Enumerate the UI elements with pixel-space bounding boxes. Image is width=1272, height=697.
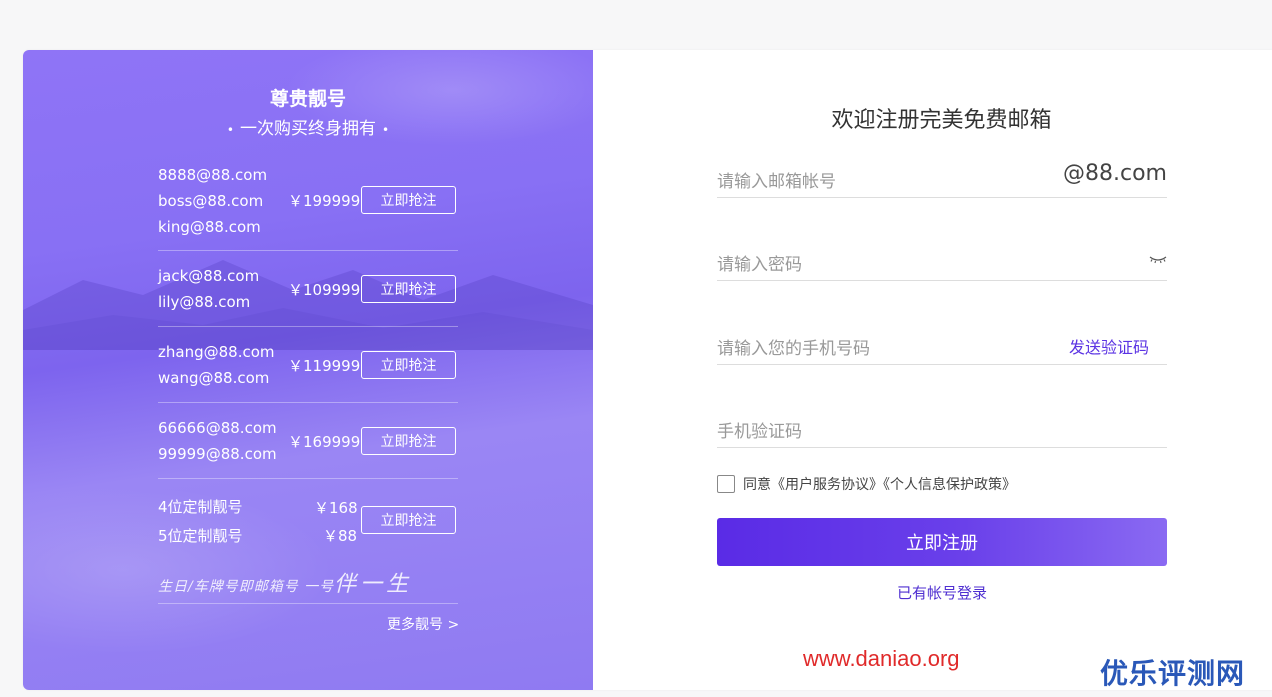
watermark-url: www.daniao.org — [803, 646, 960, 671]
register-card: 尊贵靓号 • 一次购买终身拥有 • 8888@88.com boss@88.com … — [23, 50, 1272, 690]
premium-name: lily@88.com — [158, 293, 251, 311]
slogan-text: 生日/车牌号即邮箱号 一号 — [158, 579, 335, 595]
more-premium-link[interactable]: 更多靓号 > — [387, 614, 459, 634]
buy-now-button[interactable]: 立即抢注 — [361, 427, 456, 455]
watermark-brand: 优乐评测网 — [1100, 657, 1246, 690]
divider — [158, 326, 458, 327]
eye-closed-icon[interactable] — [1149, 252, 1167, 266]
send-code-button[interactable]: 发送验证码 — [1069, 334, 1149, 358]
email-field[interactable]: 请输入邮箱帐号 @88.com — [717, 157, 1167, 198]
premium-promo-panel: 尊贵靓号 • 一次购买终身拥有 • 8888@88.com boss@88.com … — [23, 50, 593, 690]
agreement-text[interactable]: 同意《用户服务协议》《个人信息保护政策》 — [743, 477, 1016, 493]
promo-title: 尊贵靓号 — [269, 88, 346, 110]
phone-placeholder: 请输入您的手机号码 — [717, 339, 870, 359]
premium-name-list: 4位定制靓号 5位定制靓号 — [158, 493, 243, 551]
password-placeholder: 请输入密码 — [717, 255, 802, 275]
premium-group-custom: 4位定制靓号 5位定制靓号 ￥168 ￥88 立即抢注 — [158, 493, 458, 553]
divider — [158, 402, 458, 403]
premium-name: jack@88.com — [158, 267, 260, 285]
promo-subtitle: • 一次购买终身拥有 • — [23, 114, 593, 139]
bullet-dot: • — [382, 123, 390, 137]
phone-field[interactable]: 请输入您的手机号码 发送验证码 — [717, 324, 1167, 365]
premium-name: 66666@88.com — [158, 419, 277, 437]
agreement-row: 同意《用户服务协议》《个人信息保护政策》 — [717, 474, 1016, 494]
premium-group: 8888@88.com boss@88.com king@88.com ￥199… — [158, 162, 458, 242]
premium-name-list: 66666@88.com 99999@88.com — [158, 415, 277, 467]
premium-name: king@88.com — [158, 218, 261, 236]
login-link[interactable]: 已有帐号登录 — [717, 582, 1167, 603]
premium-price: ￥168 — [314, 499, 358, 517]
premium-price: ￥119999 — [288, 357, 361, 375]
buy-now-button[interactable]: 立即抢注 — [361, 186, 456, 214]
premium-name-list: 8888@88.com boss@88.com king@88.com — [158, 162, 267, 240]
slogan-highlight: 伴一生 — [334, 572, 413, 597]
premium-price: ￥169999 — [288, 433, 361, 451]
sms-code-placeholder: 手机验证码 — [717, 422, 802, 442]
password-field[interactable]: 请输入密码 — [717, 240, 1167, 281]
bullet-dot: • — [226, 123, 234, 137]
premium-price: ￥88 — [323, 527, 358, 545]
premium-name: 4位定制靓号 — [158, 498, 243, 516]
divider — [158, 603, 458, 604]
email-placeholder: 请输入邮箱帐号 — [717, 172, 836, 192]
email-domain-suffix: @88.com — [1063, 161, 1167, 186]
divider — [158, 478, 458, 479]
premium-group: 66666@88.com 99999@88.com ￥169999 立即抢注 — [158, 415, 458, 471]
buy-now-button[interactable]: 立即抢注 — [361, 506, 456, 534]
premium-name: wang@88.com — [158, 369, 270, 387]
premium-name: 99999@88.com — [158, 445, 277, 463]
buy-now-button[interactable]: 立即抢注 — [361, 275, 456, 303]
register-button[interactable]: 立即注册 — [717, 518, 1167, 566]
premium-name-list: zhang@88.com wang@88.com — [158, 339, 275, 391]
premium-name: 8888@88.com — [158, 166, 268, 184]
premium-name: zhang@88.com — [158, 343, 275, 361]
promo-slogan: 生日/车牌号即邮箱号 一号伴一生 — [158, 566, 412, 598]
premium-group: zhang@88.com wang@88.com ￥119999 立即抢注 — [158, 339, 458, 395]
premium-price: ￥199999 — [288, 192, 361, 210]
agree-checkbox[interactable] — [717, 475, 735, 493]
premium-name-list: jack@88.com lily@88.com — [158, 263, 259, 315]
promo-subtitle-text: 一次购买终身拥有 — [240, 119, 376, 139]
premium-group: jack@88.com lily@88.com ￥109999 立即抢注 — [158, 263, 458, 319]
sms-code-field[interactable]: 手机验证码 — [717, 407, 1167, 448]
premium-price: ￥109999 — [288, 281, 361, 299]
buy-now-button[interactable]: 立即抢注 — [361, 351, 456, 379]
divider — [158, 250, 458, 251]
form-title: 欢迎注册完美免费邮箱 — [831, 108, 1052, 133]
premium-name: 5位定制靓号 — [158, 527, 243, 545]
premium-name: boss@88.com — [158, 192, 264, 210]
register-form: 欢迎注册完美免费邮箱 请输入邮箱帐号 @88.com 请输入密码 请输入您的手机… — [593, 50, 1272, 690]
